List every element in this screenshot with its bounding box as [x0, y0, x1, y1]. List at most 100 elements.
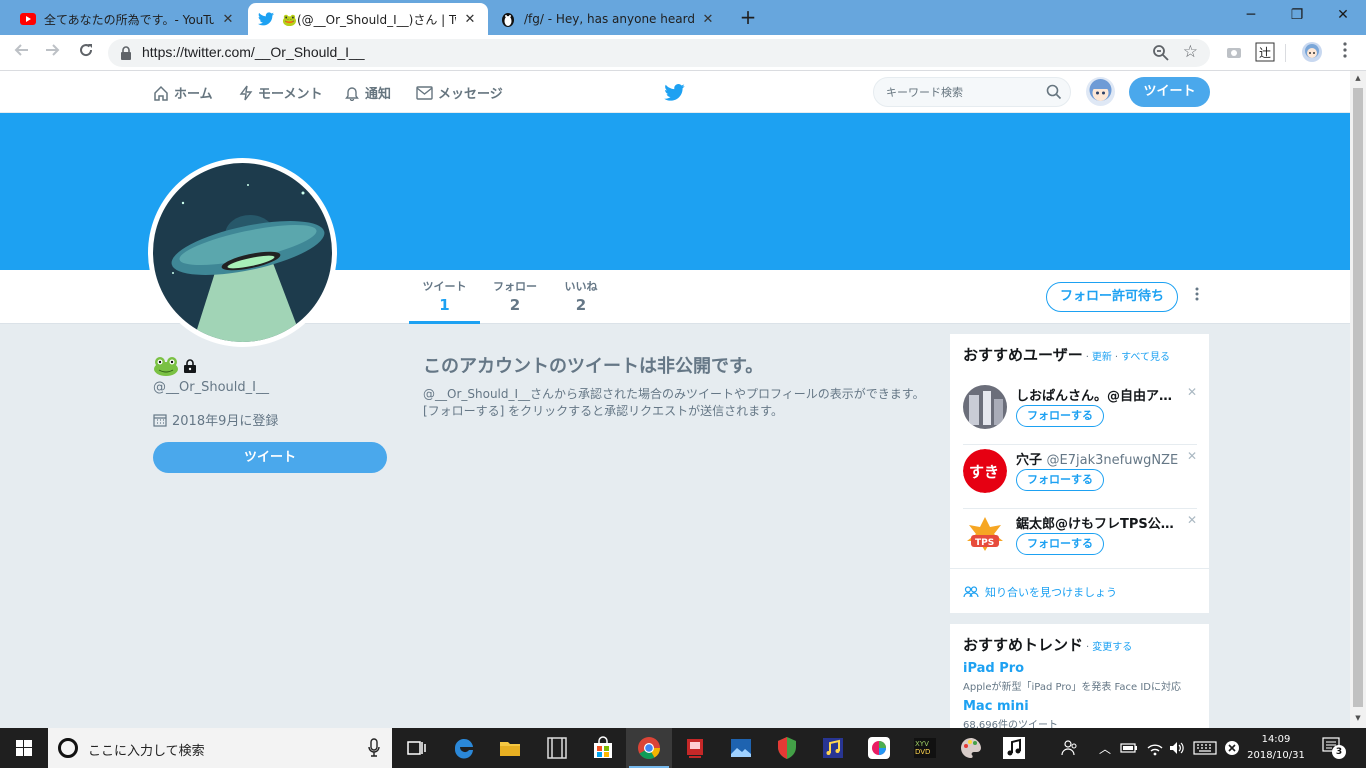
change-trends-link[interactable]: 変更する: [1092, 638, 1132, 653]
twitter-logo-icon[interactable]: [664, 84, 685, 101]
stat-following[interactable]: フォロー 2: [486, 278, 544, 324]
follow-button[interactable]: フォローする: [1016, 405, 1104, 427]
nav-home[interactable]: ホーム: [153, 83, 213, 102]
image-viewer-icon[interactable]: [727, 734, 755, 762]
nav-moments[interactable]: モーメント: [239, 83, 322, 102]
dismiss-icon[interactable]: ✕: [1187, 449, 1197, 463]
bookmark-star-icon[interactable]: ☆: [1183, 42, 1198, 62]
follow-pending-button[interactable]: フォロー許可待ち: [1046, 282, 1178, 312]
user-name[interactable]: しおぱんさん。@自由ア…: [1016, 385, 1184, 404]
ime-status-icon[interactable]: [1224, 740, 1240, 756]
profile-handle[interactable]: @__Or_Should_I__: [153, 380, 269, 395]
calendar-icon: [153, 413, 167, 427]
stat-tweets[interactable]: ツイート 1: [409, 278, 480, 324]
music-app-icon[interactable]: [819, 734, 847, 762]
start-button[interactable]: [0, 728, 48, 768]
taskbar-search[interactable]: ここに入力して検索: [48, 728, 392, 768]
who-to-follow-card: おすすめユーザー · 更新 · すべて見る しおぱんさん。@自由ア… フォローす…: [950, 334, 1209, 613]
edge-icon[interactable]: [450, 734, 478, 762]
dismiss-icon[interactable]: ✕: [1187, 385, 1197, 399]
join-date-text: 2018年9月に登録: [172, 414, 279, 429]
trends-title: おすすめトレンド: [963, 636, 1084, 654]
close-tab-icon[interactable]: ✕: [700, 12, 716, 27]
action-center-button[interactable]: 3: [1322, 737, 1346, 759]
tab-4chan[interactable]: /fg/ - Hey, has anyone heard abo ✕: [490, 3, 726, 35]
chrome-menu-button[interactable]: [1333, 41, 1357, 65]
file-explorer-icon[interactable]: [496, 734, 524, 762]
trend-item[interactable]: iPad Pro Appleが新型「iPad Pro」を発表 Face IDに対…: [963, 661, 1181, 693]
user-avatar[interactable]: [963, 385, 1007, 429]
retro-app-icon[interactable]: [681, 734, 709, 762]
scroll-up-icon[interactable]: ▲: [1353, 74, 1363, 84]
separator-dot: ·: [1086, 642, 1090, 653]
extension-camera-icon[interactable]: [1224, 42, 1244, 62]
trend-item[interactable]: Mac mini 68,696件のツイート: [963, 699, 1058, 731]
find-friends-link[interactable]: 知り合いを見つけましょう: [963, 584, 1117, 600]
minimize-button[interactable]: ─: [1228, 0, 1274, 30]
music-note-icon[interactable]: [1000, 734, 1028, 762]
nav-messages[interactable]: メッセージ: [416, 83, 503, 102]
search-icon[interactable]: [1046, 84, 1062, 100]
maximize-button[interactable]: ❐: [1274, 0, 1320, 30]
tab-twitter[interactable]: 🐸(@__Or_Should_I__)さん | Twitter ✕: [248, 3, 488, 35]
reload-button[interactable]: [74, 41, 98, 65]
wifi-icon[interactable]: [1146, 740, 1164, 756]
youtube-icon: [20, 11, 36, 27]
volume-icon[interactable]: [1168, 740, 1186, 756]
taskbar-clock[interactable]: 14:09 2018/10/31: [1240, 732, 1312, 764]
people-tray-icon[interactable]: [1060, 738, 1080, 758]
user-avatar[interactable]: TPS: [963, 513, 1007, 557]
user-display-name: しおぱんさん。@自由ア…: [1016, 389, 1173, 404]
dvd-app-icon[interactable]: XYVDVD: [911, 734, 939, 762]
header-tweet-button[interactable]: ツイート: [1129, 77, 1210, 107]
store-icon[interactable]: [589, 734, 617, 762]
tweet-to-button[interactable]: ツイート: [153, 442, 387, 473]
trends-header: おすすめトレンド · 変更する: [963, 634, 1132, 655]
close-tab-icon[interactable]: ✕: [462, 12, 478, 27]
color-picker-icon[interactable]: [865, 734, 893, 762]
user-name[interactable]: 鋸太郎@けもフレTPS公…: [1016, 513, 1184, 532]
close-tab-icon[interactable]: ✕: [220, 12, 236, 27]
keyboard-icon[interactable]: [1193, 741, 1217, 755]
search-input[interactable]: [886, 86, 1046, 99]
scrollbar-thumb[interactable]: [1353, 88, 1363, 707]
user-name[interactable]: 穴子 @E7jak3nefuwgNZE: [1016, 449, 1184, 468]
nav-notifications[interactable]: 通知: [344, 83, 391, 102]
find-friends-label: 知り合いを見つけましょう: [985, 586, 1117, 599]
shield-app-icon[interactable]: [773, 734, 801, 762]
profile-avatar[interactable]: [148, 158, 337, 347]
stat-likes[interactable]: いいね 2: [557, 278, 605, 324]
user-avatar[interactable]: すき: [963, 449, 1007, 493]
show-hidden-icons-icon[interactable]: ︿: [1099, 740, 1111, 757]
new-tab-button[interactable]: +: [736, 6, 760, 30]
address-bar[interactable]: https://twitter.com/__Or_Should_I__ ☆: [108, 39, 1210, 67]
ufo-illustration: [153, 163, 332, 342]
back-button[interactable]: [9, 41, 33, 65]
user-display-name: 穴子: [1016, 453, 1043, 468]
microphone-icon[interactable]: [368, 738, 380, 758]
more-options-icon[interactable]: [1192, 287, 1202, 301]
stat-value: 2: [575, 296, 587, 314]
close-window-button[interactable]: ✕: [1320, 0, 1366, 30]
user-avatar[interactable]: [1086, 77, 1115, 106]
paint-palette-icon[interactable]: [957, 734, 985, 762]
follow-button[interactable]: フォローする: [1016, 469, 1104, 491]
task-view-icon[interactable]: [402, 734, 430, 762]
page-scrollbar[interactable]: ▲ ▼: [1350, 71, 1366, 728]
dismiss-icon[interactable]: ✕: [1187, 513, 1197, 527]
forward-button[interactable]: [41, 41, 65, 65]
zoom-icon[interactable]: [1152, 44, 1170, 62]
chrome-icon[interactable]: [635, 734, 663, 762]
nav-label: ホーム: [174, 87, 213, 102]
tab-youtube[interactable]: 全てあなたの所為です。- YouTube ✕: [10, 3, 246, 35]
extension-kanji-icon[interactable]: 辻: [1255, 42, 1275, 62]
follow-button[interactable]: フォローする: [1016, 533, 1104, 555]
view-all-link[interactable]: すべて見る: [1121, 348, 1170, 363]
profile-avatar-icon[interactable]: [1302, 42, 1322, 62]
reload-icon: [80, 44, 93, 57]
film-strip-icon[interactable]: [543, 734, 571, 762]
refresh-link[interactable]: 更新: [1092, 348, 1112, 363]
divider: [950, 568, 1209, 569]
scroll-down-icon[interactable]: ▼: [1353, 714, 1363, 724]
battery-icon[interactable]: [1120, 741, 1138, 755]
